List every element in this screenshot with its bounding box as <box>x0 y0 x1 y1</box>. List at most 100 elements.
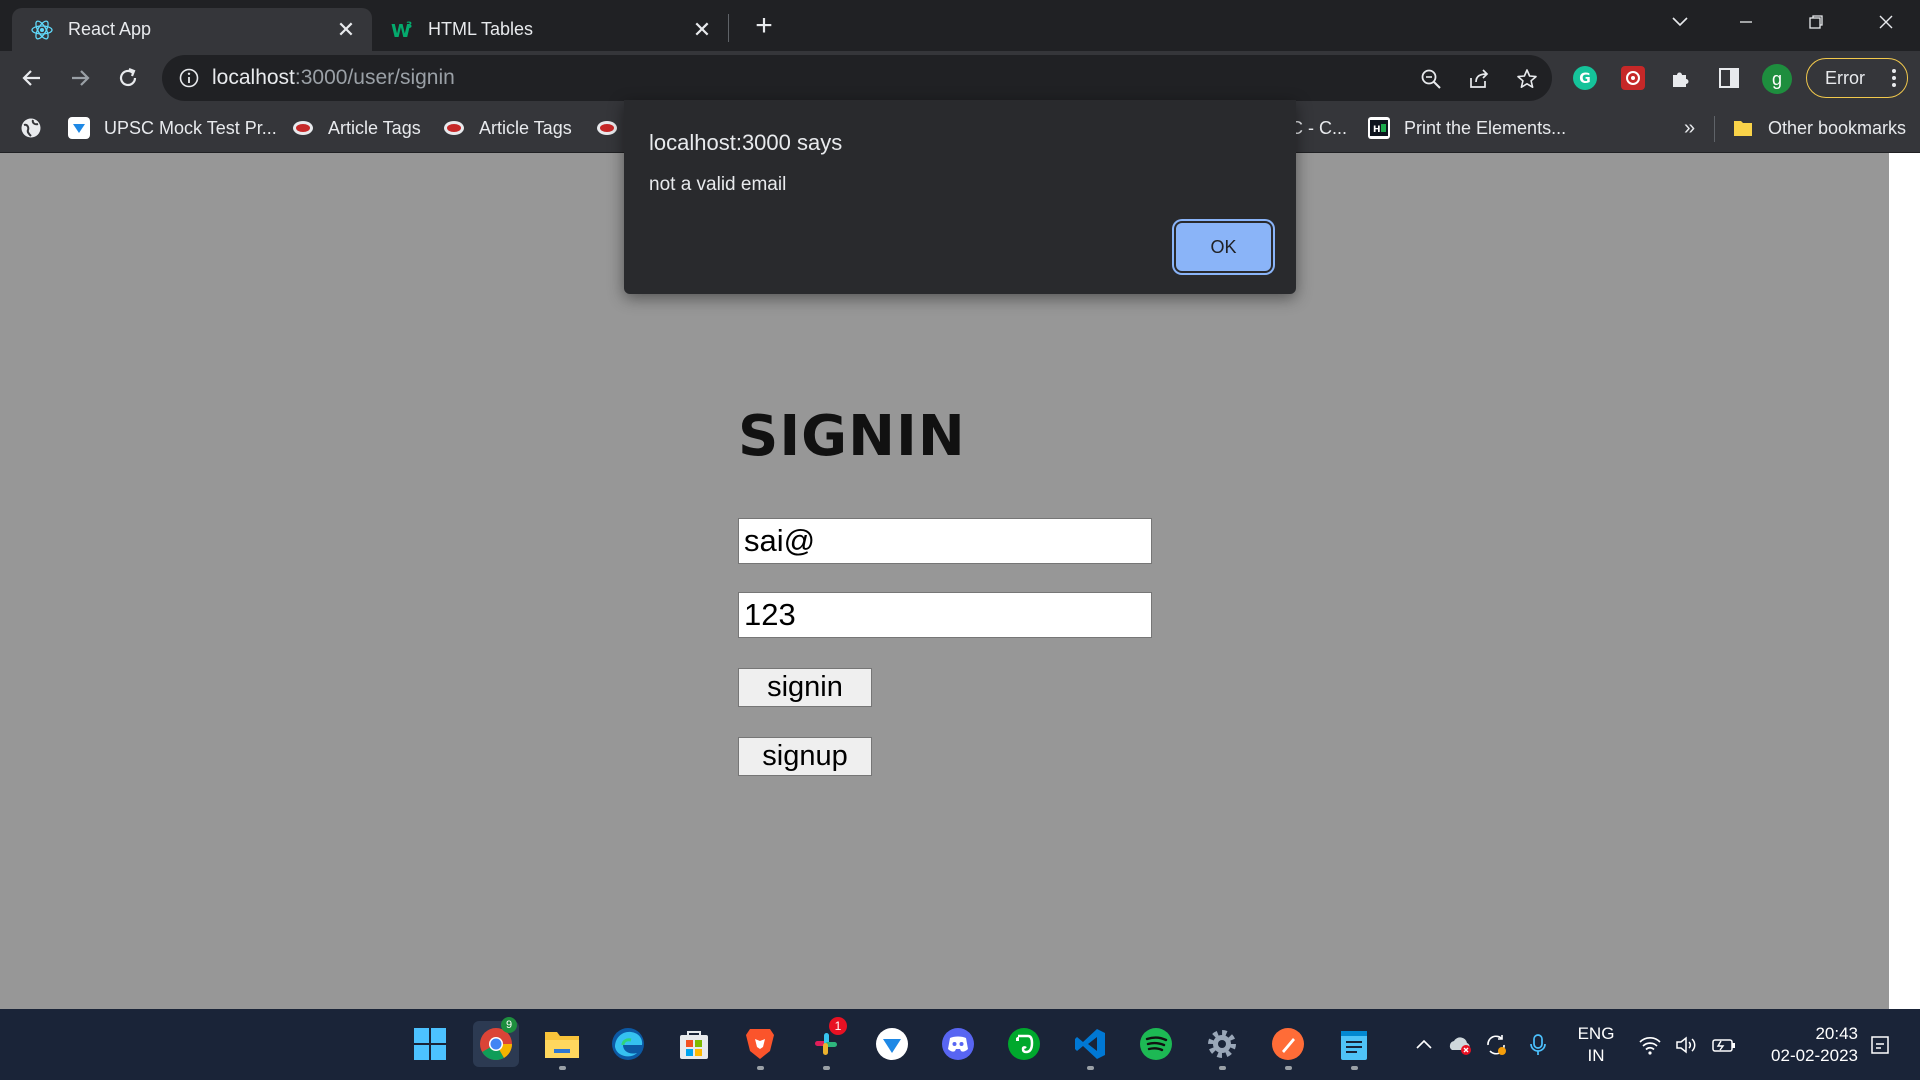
svg-text:G: G <box>1579 71 1591 87</box>
gear-icon <box>1208 1030 1236 1058</box>
bookmarks-overflow-button[interactable]: » <box>1684 114 1695 142</box>
edge-button[interactable] <box>605 1021 651 1067</box>
share-icon[interactable] <box>1466 66 1492 92</box>
password-field[interactable] <box>738 592 1152 638</box>
windows-icon <box>414 1028 446 1060</box>
bookmark-article-tags[interactable]: Article Tags <box>292 114 421 142</box>
hackerrank-icon: H <box>1368 117 1390 139</box>
notepad-button[interactable] <box>1331 1021 1377 1070</box>
extensions-puzzle-icon[interactable] <box>1668 65 1694 91</box>
tab-search-icon[interactable] <box>1650 0 1710 44</box>
tab-html-tables[interactable]: W3 HTML Tables ✕ <box>372 8 728 51</box>
react-icon <box>30 18 54 42</box>
folder-icon <box>1732 117 1754 139</box>
brave-icon <box>746 1029 774 1059</box>
tab-divider <box>728 14 729 42</box>
minimize-button[interactable] <box>1716 0 1776 44</box>
geeksforgeeks-icon <box>596 117 618 139</box>
spotify-icon <box>1140 1028 1172 1060</box>
dialog-title: localhost:3000 says <box>649 130 843 155</box>
alert-dialog: localhost:3000 says not a valid email OK <box>624 100 1296 294</box>
file-explorer-button[interactable] <box>539 1021 585 1070</box>
chrome-badge: 9 <box>501 1017 517 1033</box>
svg-text:3: 3 <box>406 21 412 31</box>
error-button[interactable]: Error <box>1806 58 1908 98</box>
email-field[interactable] <box>738 518 1152 564</box>
other-bookmarks[interactable]: Other bookmarks <box>1732 114 1906 142</box>
back-button[interactable] <box>14 60 50 96</box>
taskbar: 9 1 ENG IN 20:43 02-02-2023 <box>0 1009 1920 1080</box>
browser-toolbar: localhost:3000/user/signin G g Error <box>0 51 1920 104</box>
settings-button[interactable] <box>1199 1021 1245 1070</box>
tab-strip: React App ✕ W3 HTML Tables ✕ + <box>0 0 1920 51</box>
close-window-button[interactable] <box>1856 0 1916 44</box>
bookmarks-divider <box>1714 116 1715 142</box>
scrollbar[interactable] <box>1889 153 1920 1009</box>
todo-icon <box>876 1028 908 1060</box>
dialog-message: not a valid email <box>649 174 787 195</box>
discord-icon <box>942 1028 974 1060</box>
vscode-icon <box>1075 1029 1105 1059</box>
tab-label: React App <box>68 19 152 39</box>
bookmark-print-elements[interactable]: H Print the Elements... <box>1368 114 1566 142</box>
bookmark-upsc[interactable]: UPSC Mock Test Pr... <box>68 114 277 142</box>
sync-icon[interactable] <box>1482 1031 1510 1059</box>
signup-button[interactable]: signup <box>738 737 872 776</box>
bookmark-star-icon[interactable] <box>1514 66 1540 92</box>
close-tab-icon[interactable]: ✕ <box>688 16 716 44</box>
page-title: SIGNIN <box>738 404 966 469</box>
restore-button[interactable] <box>1786 0 1846 44</box>
microsoft-store-button[interactable] <box>671 1021 717 1067</box>
tab-label: HTML Tables <box>428 19 534 39</box>
postman-button[interactable] <box>1265 1021 1311 1070</box>
todo-button[interactable] <box>869 1021 915 1067</box>
evernote-icon <box>1008 1028 1040 1060</box>
postman-icon <box>1272 1028 1304 1060</box>
volume-icon[interactable] <box>1672 1031 1700 1059</box>
forward-button[interactable] <box>62 60 98 96</box>
ok-button[interactable]: OK <box>1176 223 1271 271</box>
geeksforgeeks-icon <box>443 117 465 139</box>
apps-icon[interactable] <box>20 114 42 142</box>
evernote-button[interactable] <box>1001 1021 1047 1067</box>
chevron-up-icon[interactable] <box>1410 1031 1438 1059</box>
testbook-icon <box>68 117 90 139</box>
clock[interactable]: 20:43 02-02-2023 <box>1752 1023 1858 1067</box>
site-info-icon[interactable] <box>178 67 200 89</box>
url-text: localhost:3000/user/signin <box>212 66 455 89</box>
zoom-icon[interactable] <box>1418 66 1444 92</box>
new-tab-button[interactable]: + <box>748 9 780 42</box>
profile-avatar[interactable]: g <box>1762 64 1792 94</box>
slack-button[interactable]: 1 <box>803 1017 849 1070</box>
bookmark-c[interactable]: C - C... <box>1290 114 1347 142</box>
store-icon <box>680 1031 708 1059</box>
bookmark-article-tags[interactable]: Article Tags <box>443 114 572 142</box>
vscode-button[interactable] <box>1067 1021 1113 1070</box>
onedrive-error-icon[interactable] <box>1446 1031 1474 1059</box>
address-bar[interactable]: localhost:3000/user/signin <box>162 55 1552 101</box>
microphone-icon[interactable] <box>1524 1031 1552 1059</box>
language-indicator[interactable]: ENG IN <box>1575 1023 1617 1067</box>
wifi-icon[interactable] <box>1636 1031 1664 1059</box>
signin-button[interactable]: signin <box>738 668 872 707</box>
w3schools-icon: W3 <box>390 18 414 42</box>
tab-react-app[interactable]: React App ✕ <box>12 8 372 51</box>
notepad-icon <box>1341 1031 1367 1060</box>
start-button[interactable] <box>407 1021 453 1067</box>
extension-icon[interactable] <box>1620 65 1646 91</box>
slack-badge: 1 <box>829 1017 847 1035</box>
chrome-taskbar-button[interactable]: 9 <box>473 1017 519 1067</box>
grammarly-extension-icon[interactable]: G <box>1572 65 1598 91</box>
close-tab-icon[interactable]: ✕ <box>332 16 360 44</box>
geeksforgeeks-icon <box>292 117 314 139</box>
brave-button[interactable] <box>737 1021 783 1070</box>
battery-icon[interactable] <box>1710 1031 1738 1059</box>
discord-button[interactable] <box>935 1021 981 1067</box>
side-panel-icon[interactable] <box>1716 65 1742 91</box>
folder-icon <box>545 1032 579 1058</box>
notifications-icon[interactable] <box>1866 1031 1894 1059</box>
reload-button[interactable] <box>110 60 146 96</box>
spotify-button[interactable] <box>1133 1021 1179 1067</box>
svg-text:H: H <box>1373 125 1381 135</box>
menu-dots-icon <box>1891 69 1897 87</box>
